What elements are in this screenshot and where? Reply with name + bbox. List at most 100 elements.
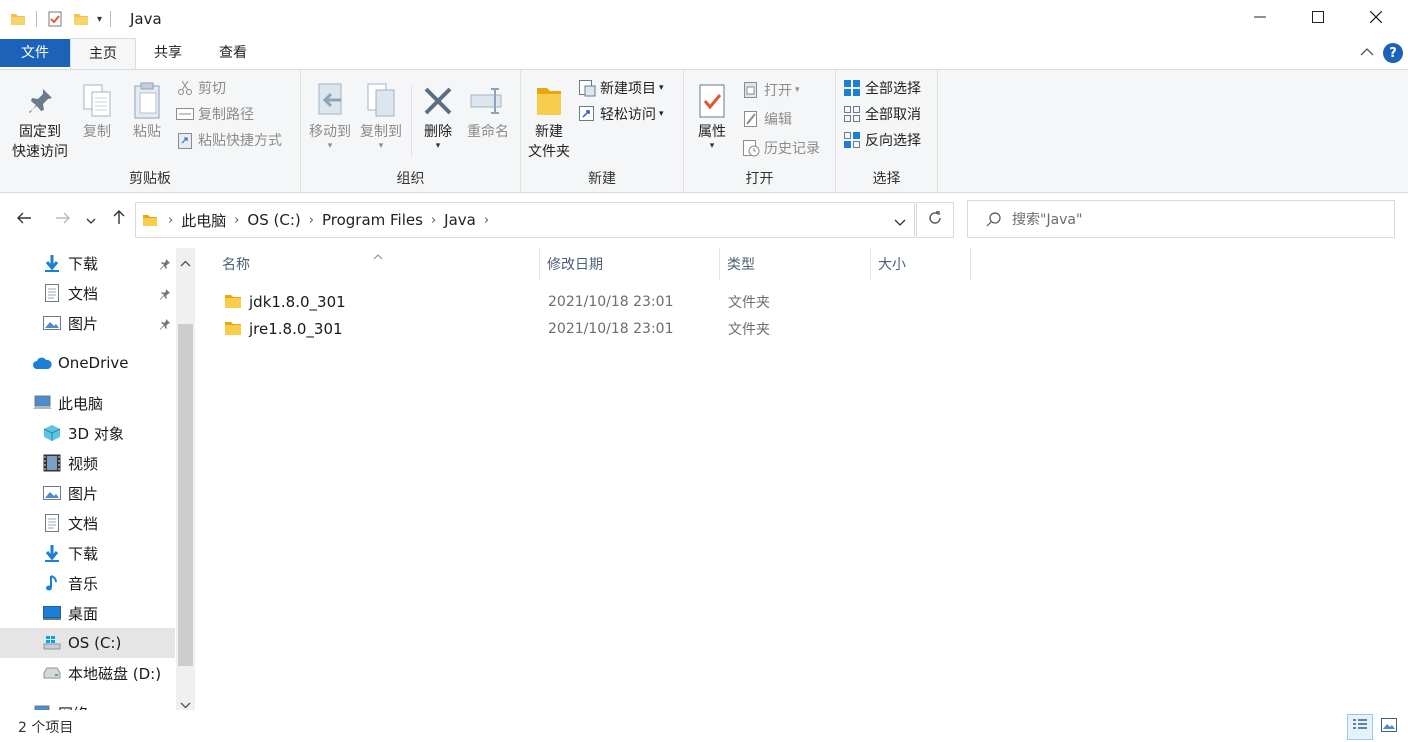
customize-qa-icon[interactable]: ▾ <box>97 14 102 25</box>
nav-item-documents-quick[interactable]: 文档 <box>0 278 175 308</box>
pin-quick-access-button[interactable]: 固定到 快速访问 <box>6 80 74 162</box>
easy-access-icon <box>578 105 596 123</box>
nav-scrollbar[interactable] <box>176 248 195 710</box>
chevron-right-icon[interactable]: › <box>431 213 436 228</box>
column-header-size[interactable]: 大小 <box>871 248 971 280</box>
chevron-right-icon[interactable]: › <box>309 213 314 228</box>
properties-button[interactable]: 属性 ▾ <box>690 80 734 151</box>
paste-button[interactable]: 粘贴 <box>125 80 169 142</box>
scissors-icon <box>176 79 194 97</box>
nav-item-downloads[interactable]: 下载 <box>0 538 175 568</box>
nav-label: 本地磁盘 (D:) <box>68 664 162 683</box>
desktop-icon <box>42 603 62 623</box>
recent-locations-button[interactable] <box>83 208 99 230</box>
pin-icon[interactable] <box>159 286 171 304</box>
new-group: 新建 文件夹 新建项目 ▾ 轻松访问 ▾ 新建 <box>521 70 684 192</box>
nav-item-pictures-quick[interactable]: 图片 <box>0 308 175 338</box>
search-input[interactable]: 搜索"Java" <box>967 200 1395 238</box>
select-all-icon <box>843 79 861 97</box>
nav-item-3d-objects[interactable]: 3D 对象 <box>0 418 175 448</box>
chevron-down-icon <box>86 210 96 229</box>
breadcrumb-this-pc[interactable]: 此电脑 <box>181 210 226 231</box>
tab-home[interactable]: 主页 <box>70 38 136 70</box>
ribbon-tabs: 文件 主页 共享 查看 ? <box>0 38 1408 70</box>
breadcrumb-os-c[interactable]: OS (C:) <box>247 211 300 229</box>
file-type: 文件夹 <box>728 321 770 338</box>
nav-item-documents[interactable]: 文档 <box>0 508 175 538</box>
nav-item-downloads-quick[interactable]: 下载 <box>0 248 175 278</box>
scroll-down-icon[interactable] <box>180 697 191 710</box>
close-button[interactable] <box>1346 0 1406 38</box>
breadcrumb-java[interactable]: Java <box>444 211 476 229</box>
tab-share[interactable]: 共享 <box>140 38 196 68</box>
collapse-ribbon-icon[interactable] <box>1360 46 1374 60</box>
chevron-right-icon[interactable]: › <box>234 213 239 228</box>
help-icon[interactable]: ? <box>1383 43 1403 63</box>
copy-button[interactable]: 复制 <box>76 80 118 142</box>
column-modified-label: 修改日期 <box>547 257 603 273</box>
delete-button[interactable]: 删除 ▾ <box>418 80 458 151</box>
address-dropdown-icon[interactable] <box>894 215 906 231</box>
nav-item-network[interactable]: 网络 <box>0 698 175 710</box>
file-row[interactable]: jdk1.8.0_301 2021/10/18 23:01 文件夹 <box>220 288 980 315</box>
new-group-label: 新建 <box>588 171 616 187</box>
pin-label-1: 固定到 <box>19 124 61 140</box>
properties-quick-icon[interactable] <box>47 11 63 27</box>
cut-button[interactable]: 剪切 <box>176 76 226 100</box>
copy-path-button[interactable]: 复制路径 <box>176 102 254 126</box>
invert-selection-button[interactable]: 反向选择 <box>843 128 921 152</box>
minimize-button[interactable] <box>1230 0 1290 38</box>
history-button[interactable]: 历史记录 <box>742 136 820 160</box>
easy-access-button[interactable]: 轻松访问 ▾ <box>578 102 664 126</box>
details-view-button[interactable] <box>1347 714 1373 740</box>
maximize-icon <box>1312 11 1324 27</box>
nav-item-desktop[interactable]: 桌面 <box>0 598 175 628</box>
chevron-right-icon[interactable]: › <box>168 213 173 228</box>
select-all-button[interactable]: 全部选择 <box>843 76 921 100</box>
large-icons-view-button[interactable] <box>1376 714 1402 740</box>
details-view-icon <box>1352 718 1368 736</box>
open-button[interactable]: 打开 ▾ <box>742 78 800 102</box>
column-header-modified[interactable]: 修改日期 <box>540 248 720 280</box>
pin-icon[interactable] <box>159 256 171 274</box>
nav-item-local-disk-d[interactable]: 本地磁盘 (D:) <box>0 658 175 688</box>
select-none-icon <box>843 105 861 123</box>
column-header-name[interactable]: 名称 <box>215 248 540 280</box>
new-folder-button[interactable]: 新建 文件夹 <box>525 80 573 162</box>
rename-button[interactable]: 重命名 <box>461 80 515 142</box>
new-item-button[interactable]: 新建项目 ▾ <box>578 76 664 100</box>
nav-item-pictures[interactable]: 图片 <box>0 478 175 508</box>
paste-shortcut-button[interactable]: 粘贴快捷方式 <box>176 128 282 152</box>
open-label: 打开 <box>764 83 792 99</box>
column-header-type[interactable]: 类型 <box>720 248 871 280</box>
nav-item-videos[interactable]: 视频 <box>0 448 175 478</box>
address-field[interactable]: › 此电脑 › OS (C:) › Program Files › Java › <box>135 202 915 238</box>
new-item-icon <box>578 79 596 97</box>
up-button[interactable] <box>108 208 130 230</box>
select-none-button[interactable]: 全部取消 <box>843 102 921 126</box>
new-folder-quick-icon[interactable] <box>73 11 89 27</box>
chevron-right-icon[interactable]: › <box>484 213 489 228</box>
drive-icon <box>42 633 62 653</box>
move-to-button[interactable]: 移动到 ▾ <box>305 80 355 151</box>
file-row[interactable]: jre1.8.0_301 2021/10/18 23:01 文件夹 <box>220 315 980 342</box>
search-placeholder: 搜索"Java" <box>1012 212 1083 228</box>
edit-label: 编辑 <box>764 112 792 128</box>
nav-item-onedrive[interactable]: OneDrive <box>0 348 175 378</box>
nav-item-music[interactable]: 音乐 <box>0 568 175 598</box>
copy-to-button[interactable]: 复制到 ▾ <box>355 80 407 151</box>
edit-button[interactable]: 编辑 <box>742 107 792 131</box>
pin-icon[interactable] <box>159 316 171 334</box>
tab-file[interactable]: 文件 <box>0 39 70 67</box>
forward-button[interactable] <box>52 208 74 230</box>
maximize-button[interactable] <box>1288 0 1348 38</box>
refresh-button[interactable] <box>916 202 954 238</box>
tab-view[interactable]: 查看 <box>204 38 262 68</box>
nav-item-this-pc[interactable]: 此电脑 <box>0 388 175 418</box>
back-button[interactable] <box>13 208 35 230</box>
scroll-up-icon[interactable] <box>180 255 191 271</box>
nav-item-os-c[interactable]: OS (C:) <box>0 628 175 658</box>
breadcrumb-program-files[interactable]: Program Files <box>322 211 423 229</box>
scrollbar-thumb[interactable] <box>178 324 193 666</box>
clipboard-group-label: 剪贴板 <box>129 171 171 187</box>
